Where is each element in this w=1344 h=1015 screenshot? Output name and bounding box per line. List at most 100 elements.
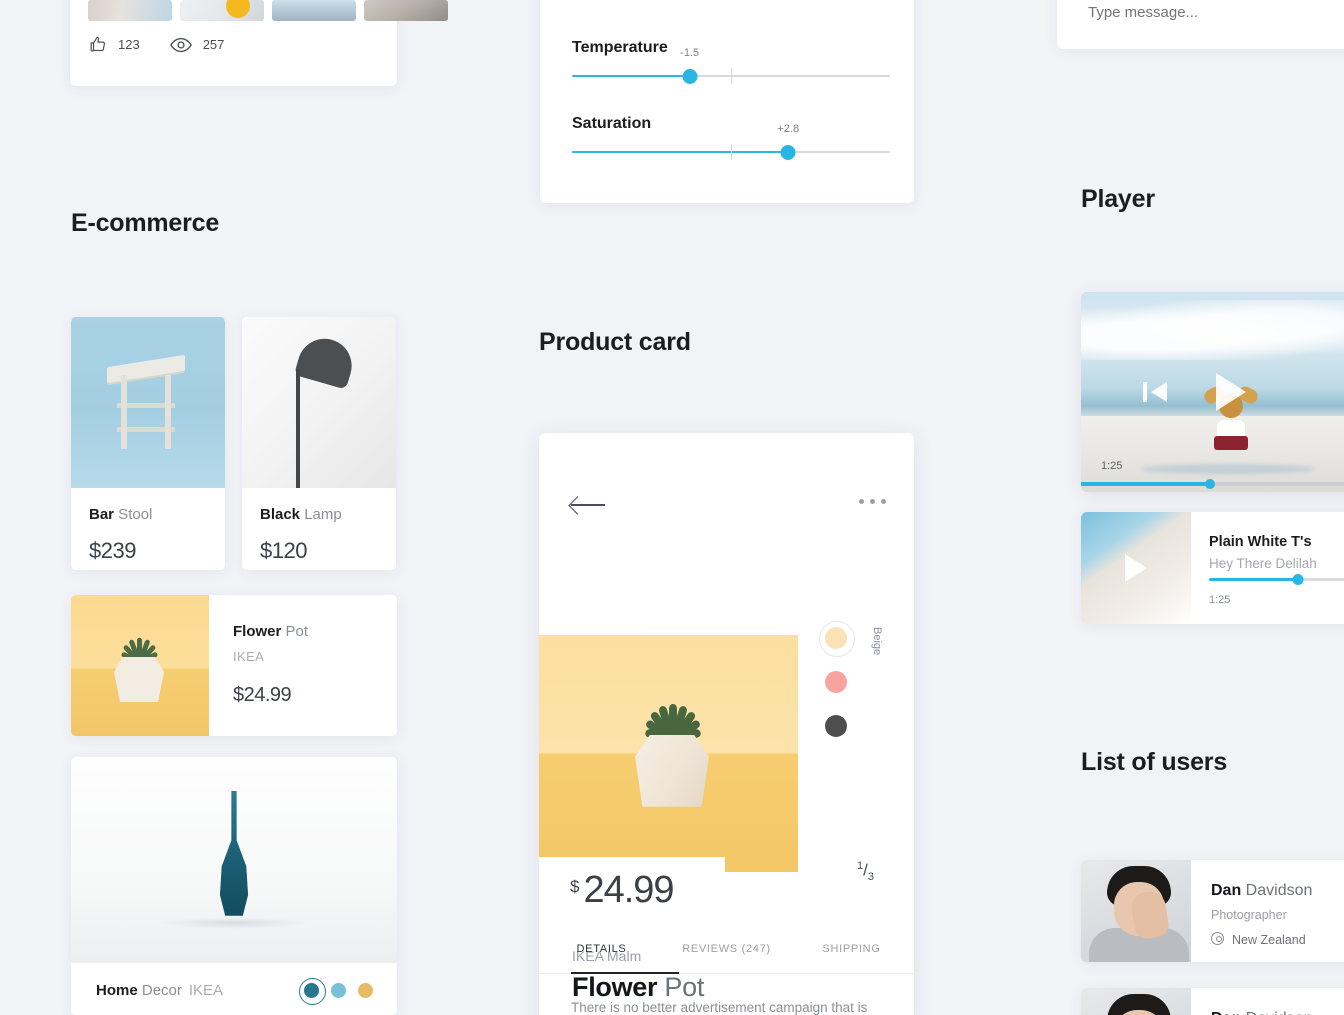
social-stats: 123 257 <box>88 35 224 54</box>
social-post-card: 123 257 <box>70 0 448 86</box>
user-name: Dan Davidson <box>1211 882 1313 899</box>
vase-shadow <box>159 917 309 929</box>
vase-graphic <box>219 791 249 916</box>
video-current-time: 1:25 <box>1101 460 1123 472</box>
product-card-section-title: Product card <box>539 328 691 356</box>
product-detail-image <box>539 635 798 872</box>
thumbnail-image-4[interactable] <box>364 0 448 21</box>
user-meta: Dan Davidson Photographer New Zealand <box>1191 988 1344 1015</box>
video-player: 1:25 4 <box>1081 292 1344 492</box>
product-name-flower-pot: Flower Pot <box>233 623 309 640</box>
pot-graphic <box>635 735 709 807</box>
home-decor-footer: Home Decor IKEA <box>71 963 397 1005</box>
product-detail-card: IKEA Malm Flower Pot ★ ★ ★ ★ ★ 4.8 (247 … <box>539 433 914 1015</box>
saturation-value: +2.8 <box>777 123 800 135</box>
product-detail-price: $ 24.99 <box>570 869 675 911</box>
product-card-home-decor[interactable]: Home Decor IKEA <box>71 757 397 1015</box>
pot-graphic <box>114 657 164 702</box>
color-swatch-gold[interactable] <box>358 983 373 998</box>
saturation-slider-knob[interactable] <box>780 145 796 160</box>
counter-total: 3 <box>867 871 874 884</box>
user-role: Photographer <box>1211 908 1287 922</box>
saturation-slider-midpoint <box>731 144 732 160</box>
list-item[interactable]: Dan Davidson Photographer New Zealand <box>1081 988 1344 1015</box>
tab-details[interactable]: DETAILS <box>539 943 664 971</box>
temperature-slider[interactable]: -1.5 <box>572 47 890 85</box>
image-counter: 1/3 <box>857 860 874 884</box>
temperature-slider-fill <box>572 75 690 77</box>
track-thumbnail[interactable] <box>1081 512 1191 624</box>
play-icon[interactable] <box>1125 554 1147 582</box>
color-swatch-group <box>299 978 373 1005</box>
product-price-flower-pot: $24.99 <box>233 684 292 706</box>
player-section-title: Player <box>1081 185 1155 213</box>
saturation-slider[interactable]: +2.8 <box>572 123 890 161</box>
temperature-slider-midpoint <box>731 68 732 84</box>
like-stat[interactable]: 123 <box>88 35 140 54</box>
track-progress-fill <box>1209 578 1299 581</box>
users-section-title: List of users <box>1081 748 1228 776</box>
thumbnail-image-2[interactable] <box>180 0 264 21</box>
more-options-icon[interactable] <box>859 499 886 504</box>
avatar <box>1081 988 1191 1015</box>
selected-color-label: Beige <box>871 627 883 656</box>
play-icon[interactable] <box>1216 373 1246 411</box>
product-card-flower-pot[interactable]: Flower Pot IKEA $24.99 <box>71 595 397 736</box>
like-count: 123 <box>118 37 140 52</box>
user-location-text: New Zealand <box>1232 932 1306 947</box>
view-count: 257 <box>202 37 225 52</box>
user-location: New Zealand <box>1211 932 1344 947</box>
track-current-time: 1:25 <box>1209 594 1231 606</box>
video-progress-bar[interactable] <box>1081 479 1344 489</box>
currency-symbol: $ <box>570 877 580 896</box>
product-card-bar-stool[interactable]: Bar Stool $239 <box>71 317 225 570</box>
thumbs-up-icon <box>90 36 106 52</box>
color-option-dark-gray[interactable] <box>825 715 847 737</box>
tab-shipping[interactable]: SHIPPING <box>789 943 914 971</box>
view-stat[interactable]: 257 <box>169 37 225 53</box>
product-price-bar-stool: $239 <box>89 538 136 563</box>
product-color-options <box>819 621 855 737</box>
eye-icon <box>169 37 192 52</box>
color-option-pink[interactable] <box>825 671 847 693</box>
saturation-label: Saturation <box>572 115 652 132</box>
skirt <box>1214 436 1248 450</box>
photo-adjust-card: Temperature -1.5 Saturation +2.8 <box>540 0 914 203</box>
thumbnail-image-3[interactable] <box>272 0 356 21</box>
product-detail-tabs: DETAILS REVIEWS (247) SHIPPING <box>539 943 914 971</box>
previous-track-icon[interactable] <box>1143 379 1169 405</box>
color-option-beige[interactable] <box>819 621 855 657</box>
track-artist: Plain White T's <box>1209 534 1312 550</box>
product-price-black-lamp: $120 <box>260 538 307 563</box>
price-amount: 24.99 <box>583 869 674 911</box>
user-name: Dan Davidson <box>1211 1010 1344 1015</box>
tab-reviews[interactable]: REVIEWS (247) <box>664 943 789 971</box>
temperature-label: Temperature <box>572 39 668 56</box>
saturation-slider-fill <box>572 151 789 153</box>
product-image-home-decor <box>71 757 397 963</box>
succulent-graphic <box>639 687 705 747</box>
product-card-black-lamp[interactable]: Black Lamp $120 <box>242 317 396 570</box>
back-arrow-icon[interactable] <box>571 495 605 515</box>
ecommerce-section-title: E-commerce <box>71 209 220 237</box>
track-progress-knob[interactable] <box>1292 574 1304 585</box>
thumbnail-image-1[interactable] <box>88 0 172 21</box>
temperature-slider-knob[interactable] <box>682 69 698 84</box>
product-meta: Bar Stool $239 <box>71 488 225 564</box>
color-swatch-teal[interactable] <box>299 978 326 1005</box>
track-info: Plain White T's Hey There Delilah 1:25 <box>1191 512 1344 624</box>
active-tab-indicator <box>571 972 679 974</box>
video-progress-knob[interactable] <box>1205 479 1215 489</box>
track-song-title: Hey There Delilah <box>1209 556 1317 571</box>
product-name-home-decor: Home Decor IKEA <box>96 982 224 999</box>
track-progress-slider[interactable] <box>1209 574 1344 585</box>
product-meta: Flower Pot IKEA $24.99 <box>209 595 308 736</box>
product-image-flower-pot <box>71 595 209 736</box>
counter-current: 1 <box>857 860 864 872</box>
list-item[interactable]: Dan Davidson Photographer New Zealand <box>1081 860 1344 962</box>
video-sky-background <box>1081 300 1344 360</box>
temperature-value: -1.5 <box>680 47 700 59</box>
page-root: 123 257 Temperature -1.5 Saturation +2.8… <box>0 0 1344 1015</box>
message-input[interactable] <box>1088 0 1303 49</box>
color-swatch-light-blue[interactable] <box>331 983 346 998</box>
